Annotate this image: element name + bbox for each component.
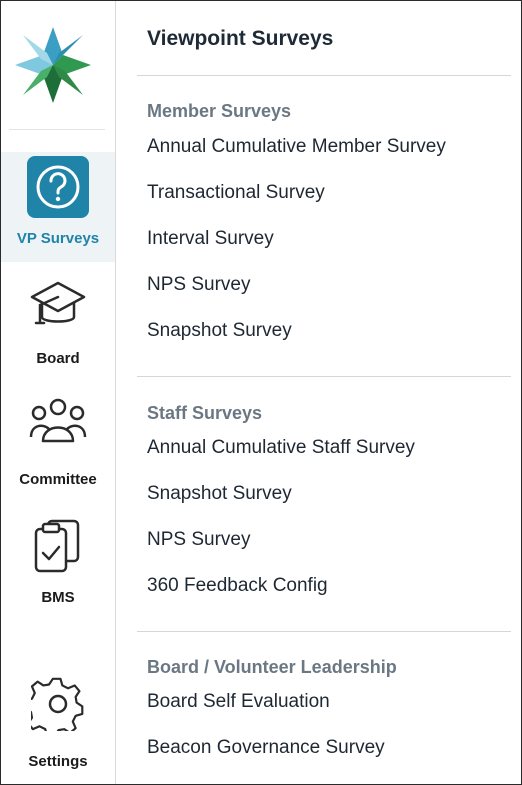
sidebar-item-label: BMS	[41, 589, 75, 606]
sidebar-item-label: Committee	[19, 471, 97, 488]
sidebar: VP Surveys Board Committee BMS Settings	[1, 1, 116, 784]
section-title-board-volunteer-leadership: Board / Volunteer Leadership	[147, 657, 397, 677]
menu-link[interactable]: NPS Survey	[147, 529, 250, 551]
menu-link[interactable]: 360 Feedback Config	[147, 575, 328, 597]
menu-link[interactable]: Snapshot Survey	[147, 320, 292, 342]
sidebar-item-settings[interactable]: Settings	[1, 677, 115, 777]
divider	[137, 631, 511, 632]
menu-link[interactable]: Beacon Governance Survey	[147, 737, 385, 759]
page-title: Viewpoint Surveys	[147, 27, 334, 50]
menu-link[interactable]: Snapshot Survey	[147, 483, 292, 505]
divider	[137, 75, 511, 76]
menu-link[interactable]: Annual Cumulative Staff Survey	[147, 437, 415, 459]
menu-link[interactable]: Annual Cumulative Member Survey	[147, 136, 446, 158]
sidebar-item-label: Board	[36, 350, 80, 367]
gear-icon	[31, 677, 84, 731]
menu-link[interactable]: Interval Survey	[147, 228, 274, 250]
sidebar-divider	[9, 129, 105, 130]
sidebar-item-label: VP Surveys	[16, 230, 100, 247]
clipboard-check-icon	[34, 519, 80, 573]
app-frame: VP Surveys Board Committee BMS Settings …	[0, 0, 522, 785]
section-title-staff-surveys: Staff Surveys	[147, 403, 263, 423]
menu-link[interactable]: NPS Survey	[147, 274, 250, 296]
menu-link[interactable]: Transactional Survey	[147, 182, 325, 204]
sidebar-item-board[interactable]: Board	[1, 279, 115, 379]
company-logo	[15, 27, 91, 103]
sidebar-item-vp-surveys[interactable]: VP Surveys	[1, 152, 115, 262]
graduation-cap-icon	[30, 281, 86, 325]
sidebar-item-committee[interactable]: Committee	[1, 397, 115, 497]
divider	[137, 376, 511, 377]
question-circle-icon	[27, 156, 89, 218]
section-title-member-surveys: Member Surveys	[147, 101, 292, 121]
sidebar-item-label: Settings	[28, 753, 88, 770]
group-icon	[29, 398, 87, 443]
menu-link[interactable]: Board Self Evaluation	[147, 691, 330, 713]
sidebar-item-bms[interactable]: BMS	[1, 515, 115, 615]
